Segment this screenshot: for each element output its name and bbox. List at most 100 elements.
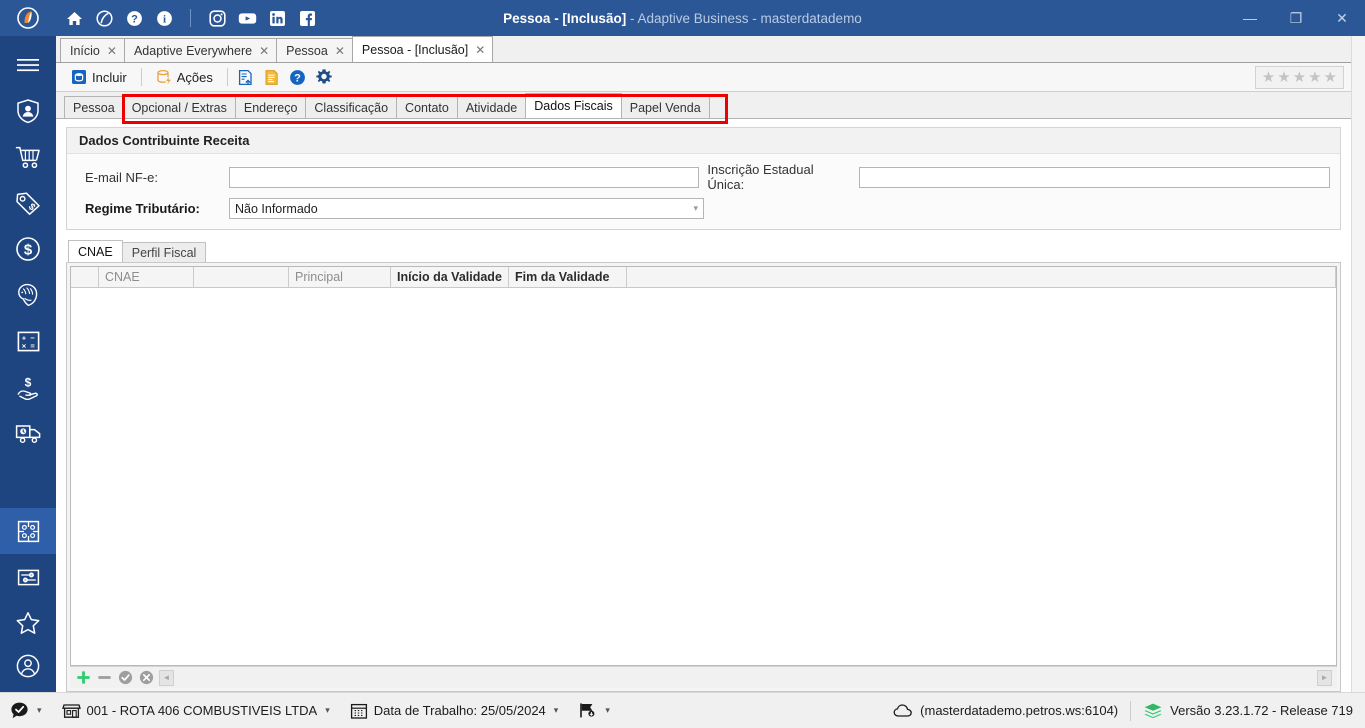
window-tab-label: Pessoa - [Inclusão] [361,42,469,57]
sidebar-item-modulos[interactable] [0,508,56,554]
app-logo-icon [0,7,56,29]
tab-atividade[interactable]: Atividade [456,96,527,118]
status-version-label: Versão 3.23.1.72 - Release 719 [1170,703,1353,718]
inner-tab-strip: Pessoa Opcional / Extras Endereço Classi… [56,92,1351,119]
status-flag-menu[interactable]: ▾ [568,693,620,728]
window-tab-pessoa[interactable]: Pessoa ✕ [276,38,353,62]
remove-row-button[interactable] [96,669,113,686]
star-icon[interactable]: ★ [1324,70,1337,85]
close-icon[interactable]: ✕ [475,43,485,57]
chevron-down-icon: ▾ [553,705,559,715]
inscricao-estadual-input[interactable] [858,166,1330,188]
cancel-row-button[interactable] [138,669,155,686]
inner-tab-container: Pessoa Opcional / Extras Endereço Classi… [56,92,1351,124]
tab-papel-venda[interactable]: Papel Venda [620,96,710,118]
grid-column-filler [627,267,1336,287]
star-icon [15,610,41,636]
grid-nav-prev-button[interactable]: ◄ [159,669,174,686]
regime-tributario-select[interactable]: Não Informado ▾ [229,198,704,219]
status-server-label: (masterdatademo.petros.ws:6104) [920,703,1119,718]
sidebar-item-menu[interactable] [0,42,56,88]
help-blue-icon[interactable]: ? [285,65,311,89]
tab-dados-fiscais[interactable]: Dados Fiscais [525,93,622,118]
home-icon[interactable] [64,8,84,28]
sidebar-item-usuario[interactable] [0,646,56,692]
acoes-button[interactable]: Ações [147,65,222,89]
star-icon[interactable]: ★ [1277,70,1290,85]
sidebar-item-vendas[interactable]: $ [0,180,56,226]
facebook-icon[interactable] [297,8,317,28]
subtab-cnae[interactable]: CNAE [68,240,123,262]
window-tab-label: Adaptive Everywhere [133,43,253,58]
star-icon[interactable]: ★ [1262,70,1275,85]
close-icon[interactable]: ✕ [259,44,269,58]
sidebar-item-cadastros[interactable] [0,88,56,134]
confirm-row-button[interactable] [117,669,134,686]
minimize-button[interactable]: — [1227,0,1273,36]
tab-opcional-extras[interactable]: Opcional / Extras [122,96,236,118]
sidebar-item-custos[interactable]: $ [0,364,56,410]
cnae-grid-panel: CNAE Principal Início da Validade Fim da… [66,262,1341,692]
acoes-label: Ações [176,69,213,85]
grid-column-fim-validade[interactable]: Fim da Validade [509,267,627,287]
status-work-date[interactable]: Data de Trabalho: 25/05/2024 ▾ [340,693,569,728]
layers-icon [1143,702,1163,720]
youtube-icon[interactable] [237,8,257,28]
grid-column-selector[interactable] [71,267,99,287]
shopping-cart-icon [15,145,42,170]
close-icon[interactable]: ✕ [107,44,117,58]
grid-footer-toolbar: ◄ ► [70,666,1337,688]
tab-endereco[interactable]: Endereço [234,96,307,118]
window-tab-pessoa-inclusao[interactable]: Pessoa - [Inclusão] ✕ [351,36,494,62]
flag-icon [578,701,597,720]
sidebar-item-compras[interactable] [0,134,56,180]
sidebar-item-configuracoes[interactable] [0,554,56,600]
grid-column-inicio-validade[interactable]: Início da Validade [391,267,509,287]
sidebar-item-contabil[interactable]: + − × = [0,318,56,364]
right-scroll-column[interactable] [1351,36,1365,692]
close-button[interactable]: ✕ [1319,0,1365,36]
instagram-icon[interactable] [207,8,227,28]
incluir-button[interactable]: Incluir [62,65,136,89]
database-add-icon [71,69,87,85]
tab-contato[interactable]: Contato [396,96,458,118]
svg-text:=: = [30,341,35,350]
close-icon[interactable]: ✕ [335,44,345,58]
window-tab-label: Início [70,43,100,58]
email-nfe-input[interactable] [229,166,700,188]
sidebar-item-fiscal[interactable] [0,272,56,318]
calendar-icon [350,702,368,720]
form-toolbar: Incluir Ações ? ★ ★ ★ ★ ★ [56,63,1351,92]
rating-stars[interactable]: ★ ★ ★ ★ ★ [1254,65,1344,89]
status-company-selector[interactable]: 001 - ROTA 406 COMBUSTIVEIS LTDA ▾ [52,693,340,728]
grid-column-principal[interactable]: Principal [289,267,391,287]
grid-nav-next-button[interactable]: ► [1317,669,1332,686]
add-row-button[interactable] [75,669,92,686]
settings-gear-icon[interactable] [311,65,337,89]
sidebar-item-favoritos[interactable] [0,600,56,646]
form-content: Dados Contribuinte Receita E-mail NF-e: … [56,119,1351,692]
window-tab-inicio[interactable]: Início ✕ [60,38,125,62]
star-icon[interactable]: ★ [1293,70,1306,85]
sidebar-item-logistica[interactable] [0,410,56,456]
star-icon[interactable]: ★ [1308,70,1321,85]
linkedin-icon[interactable] [267,8,287,28]
maximize-button[interactable]: ❐ [1273,0,1319,36]
status-check-menu[interactable]: ▾ [0,693,52,728]
grid-column-blank[interactable] [194,267,289,287]
info-icon[interactable]: i [154,8,174,28]
status-bar: ▾ 001 - ROTA 406 COMBUSTIVEIS LTDA ▾ Dat… [0,692,1365,728]
help-icon[interactable]: ? [124,8,144,28]
new-record-icon[interactable] [233,65,259,89]
tab-classificacao[interactable]: Classificação [305,96,398,118]
window-tab-adaptive-everywhere[interactable]: Adaptive Everywhere ✕ [123,38,278,62]
check-bubble-icon [10,701,29,720]
grid-rows-area[interactable] [71,288,1336,665]
adaptive-logo-icon[interactable] [94,8,114,28]
subtab-perfil-fiscal[interactable]: Perfil Fiscal [121,242,207,262]
tab-pessoa[interactable]: Pessoa [64,96,124,118]
grid-column-cnae[interactable]: CNAE [99,267,194,287]
chevron-down-icon: ▾ [37,705,42,715]
sidebar-item-financeiro[interactable]: $ [0,226,56,272]
report-icon[interactable] [259,65,285,89]
